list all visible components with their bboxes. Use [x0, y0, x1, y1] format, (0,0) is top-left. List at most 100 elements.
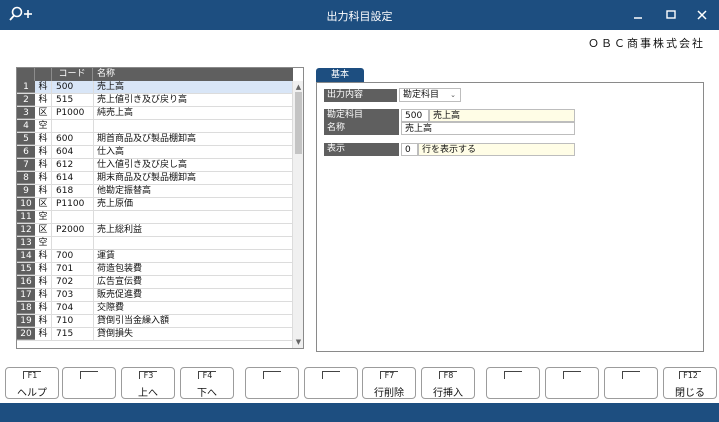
row-name[interactable]: [94, 237, 293, 249]
tab-basic[interactable]: 基本: [316, 68, 364, 82]
table-row[interactable]: 13 空: [17, 237, 293, 250]
row-name[interactable]: 貸倒引当金繰入額: [94, 315, 293, 327]
row-kubun[interactable]: 科: [35, 302, 52, 314]
row-kubun[interactable]: 科: [35, 185, 52, 197]
row-code[interactable]: 710: [52, 315, 94, 327]
fkey-button-7[interactable]: F7 行削除: [362, 367, 416, 399]
fkey-button-12[interactable]: F12 閉じる: [663, 367, 717, 399]
row-name[interactable]: 仕入値引き及び戻し高: [94, 159, 293, 171]
row-kubun[interactable]: 科: [35, 133, 52, 145]
row-name[interactable]: [94, 211, 293, 223]
row-name[interactable]: 交際費: [94, 302, 293, 314]
row-code[interactable]: P2000: [52, 224, 94, 236]
row-code[interactable]: 700: [52, 250, 94, 262]
row-kubun[interactable]: 科: [35, 328, 52, 340]
row-name[interactable]: [94, 120, 293, 132]
table-row[interactable]: 3 区 P1000 純売上高: [17, 107, 293, 120]
row-kubun[interactable]: 区: [35, 224, 52, 236]
row-code[interactable]: 500: [52, 81, 94, 93]
row-kubun[interactable]: 科: [35, 146, 52, 158]
row-code[interactable]: P1100: [52, 198, 94, 210]
fkey-button-6[interactable]: [304, 367, 358, 399]
row-code[interactable]: 614: [52, 172, 94, 184]
scroll-down-icon[interactable]: ▼: [293, 338, 303, 346]
table-row[interactable]: 1 科 500 売上高: [17, 81, 293, 94]
table-row[interactable]: 11 空: [17, 211, 293, 224]
table-row[interactable]: 14 科 700 運賃: [17, 250, 293, 263]
table-row[interactable]: 5 科 600 期首商品及び製品棚卸高: [17, 133, 293, 146]
row-name[interactable]: 期首商品及び製品棚卸高: [94, 133, 293, 145]
row-name[interactable]: 他勘定振替高: [94, 185, 293, 197]
row-name[interactable]: 販売促進費: [94, 289, 293, 301]
table-row[interactable]: 8 科 614 期末商品及び製品棚卸高: [17, 172, 293, 185]
row-code[interactable]: 704: [52, 302, 94, 314]
table-row[interactable]: 2 科 515 売上値引き及び戻り高: [17, 94, 293, 107]
row-kubun[interactable]: 空: [35, 120, 52, 132]
row-code[interactable]: 604: [52, 146, 94, 158]
row-name[interactable]: 売上高: [94, 81, 293, 93]
table-row[interactable]: 15 科 701 荷造包装費: [17, 263, 293, 276]
row-name[interactable]: 売上値引き及び戻り高: [94, 94, 293, 106]
row-code[interactable]: 715: [52, 328, 94, 340]
row-kubun[interactable]: 空: [35, 237, 52, 249]
table-row[interactable]: 12 区 P2000 売上総利益: [17, 224, 293, 237]
display-code-field[interactable]: 0: [401, 143, 418, 156]
row-code[interactable]: 701: [52, 263, 94, 275]
row-kubun[interactable]: 科: [35, 250, 52, 262]
row-name[interactable]: 売上総利益: [94, 224, 293, 236]
fkey-button-8[interactable]: F8 行挿入: [421, 367, 475, 399]
row-kubun[interactable]: 科: [35, 315, 52, 327]
row-kubun[interactable]: 区: [35, 107, 52, 119]
account-grid[interactable]: コード 名称 1 科 500 売上高 2 科 515 売上値引き及び戻り高 3 区 P1000 純売上…: [16, 67, 304, 349]
column-header-name[interactable]: 名称: [94, 68, 293, 81]
fkey-button-3[interactable]: F3 上へ: [121, 367, 175, 399]
row-code[interactable]: [52, 211, 94, 223]
row-code[interactable]: P1000: [52, 107, 94, 119]
row-code[interactable]: [52, 120, 94, 132]
fkey-button-5[interactable]: [245, 367, 299, 399]
row-code[interactable]: 515: [52, 94, 94, 106]
table-row[interactable]: 17 科 703 販売促進費: [17, 289, 293, 302]
close-button[interactable]: [691, 6, 713, 24]
row-code[interactable]: 612: [52, 159, 94, 171]
row-kubun[interactable]: 空: [35, 211, 52, 223]
row-name[interactable]: 仕入高: [94, 146, 293, 158]
row-name[interactable]: 売上原価: [94, 198, 293, 210]
row-name[interactable]: 貸倒損失: [94, 328, 293, 340]
table-row[interactable]: 16 科 702 広告宣伝費: [17, 276, 293, 289]
row-name[interactable]: 運賃: [94, 250, 293, 262]
fkey-button-1[interactable]: F1 ヘルプ: [5, 367, 59, 399]
fkey-button-10[interactable]: [545, 367, 599, 399]
row-kubun[interactable]: 科: [35, 263, 52, 275]
table-row[interactable]: 9 科 618 他勘定振替高: [17, 185, 293, 198]
row-name[interactable]: 純売上高: [94, 107, 293, 119]
minimize-button[interactable]: [627, 6, 649, 24]
row-code[interactable]: 703: [52, 289, 94, 301]
table-row[interactable]: 20 科 715 貸倒損失: [17, 328, 293, 341]
row-kubun[interactable]: 科: [35, 172, 52, 184]
row-name[interactable]: 広告宣伝費: [94, 276, 293, 288]
row-code[interactable]: 600: [52, 133, 94, 145]
row-code[interactable]: 702: [52, 276, 94, 288]
account-code-field[interactable]: 500: [401, 109, 429, 122]
fkey-button-4[interactable]: F4 下へ: [180, 367, 234, 399]
fkey-button-2[interactable]: [62, 367, 116, 399]
table-row[interactable]: 6 科 604 仕入高: [17, 146, 293, 159]
table-row[interactable]: 10 区 P1100 売上原価: [17, 198, 293, 211]
fkey-button-9[interactable]: [486, 367, 540, 399]
table-row[interactable]: 7 科 612 仕入値引き及び戻し高: [17, 159, 293, 172]
fkey-button-11[interactable]: [604, 367, 658, 399]
row-code[interactable]: [52, 237, 94, 249]
output-content-select[interactable]: 勘定科目 ⌄: [399, 88, 461, 102]
table-row[interactable]: 19 科 710 貸倒引当金繰入額: [17, 315, 293, 328]
row-kubun[interactable]: 科: [35, 276, 52, 288]
row-kubun[interactable]: 区: [35, 198, 52, 210]
grid-scrollbar[interactable]: ▲ ▼: [292, 81, 303, 348]
row-kubun[interactable]: 科: [35, 289, 52, 301]
row-code[interactable]: 618: [52, 185, 94, 197]
maximize-button[interactable]: [660, 6, 682, 24]
row-kubun[interactable]: 科: [35, 159, 52, 171]
name-field[interactable]: 売上高: [401, 122, 575, 135]
row-name[interactable]: 期末商品及び製品棚卸高: [94, 172, 293, 184]
row-kubun[interactable]: 科: [35, 94, 52, 106]
